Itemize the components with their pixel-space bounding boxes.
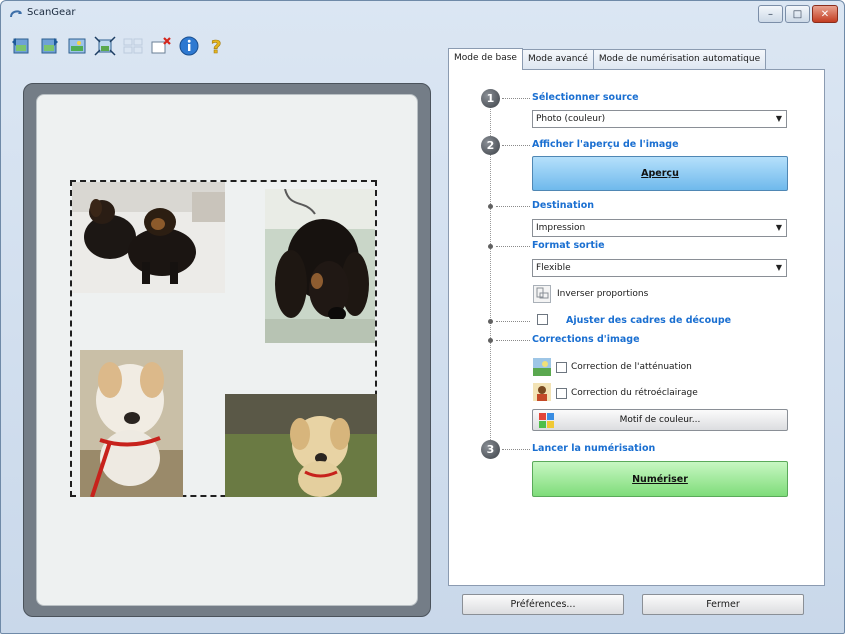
step-2-badge: 2: [481, 136, 500, 155]
corrections-bullet: [488, 338, 493, 343]
destination-select[interactable]: Impression ▼: [532, 219, 787, 237]
help-icon[interactable]: ?: [205, 34, 229, 58]
backlight-correction-checkbox[interactable]: [556, 388, 567, 399]
chevron-down-icon: ▼: [775, 263, 782, 272]
remove-crop-icon[interactable]: [149, 34, 173, 58]
chevron-down-icon: ▼: [775, 114, 782, 123]
invert-ratio-label: Inverser proportions: [557, 289, 649, 299]
mode-tabs: Mode de base Mode avancé Mode de numéris…: [448, 48, 767, 70]
step-1-dots: [502, 98, 530, 99]
rotate-left-icon[interactable]: [9, 34, 33, 58]
step-1-badge: 1: [481, 89, 500, 108]
crop-bullet: [488, 319, 493, 324]
step-3-badge: 3: [481, 440, 500, 459]
adjust-crop-frames-checkbox[interactable]: [537, 314, 548, 325]
multi-crop-icon: [121, 34, 145, 58]
source-select-value: Photo (couleur): [536, 114, 606, 124]
scangear-logo-icon: [10, 10, 22, 18]
step-3-dots: [502, 449, 530, 450]
minimize-button[interactable]: –: [758, 5, 783, 23]
destination-select-value: Impression: [536, 223, 586, 233]
fading-correction-icon: [533, 358, 551, 376]
corrections-dots: [496, 340, 530, 341]
color-pattern-label: Motif de couleur...: [619, 415, 701, 425]
scan-platen[interactable]: [36, 94, 418, 606]
preview-heading: Afficher l'aperçu de l'image: [532, 139, 679, 150]
scan-button[interactable]: Numériser: [532, 461, 788, 497]
scangear-window: ScanGear – □ ✕ ? Mode de base Mode avanc…: [0, 0, 845, 634]
adjust-crop-frames-label[interactable]: Ajuster des cadres de découpe: [566, 315, 731, 326]
toolbar: ?: [9, 29, 229, 63]
close-window-button[interactable]: ✕: [812, 5, 838, 23]
fading-correction-checkbox[interactable]: [556, 362, 567, 373]
output-size-heading: Format sortie: [532, 240, 605, 251]
start-scan-heading: Lancer la numérisation: [532, 443, 656, 454]
maximize-button[interactable]: □: [785, 5, 810, 23]
invert-ratio-icon[interactable]: [533, 285, 551, 303]
format-bullet: [488, 244, 493, 249]
output-size-select-value: Flexible: [536, 263, 571, 273]
title-bar[interactable]: ScanGear – □ ✕: [1, 1, 844, 27]
svg-text:?: ?: [211, 37, 221, 57]
select-source-heading: Sélectionner source: [532, 92, 639, 103]
rotate-right-icon[interactable]: [37, 34, 61, 58]
image-corrections-heading: Corrections d'image: [532, 334, 640, 345]
photo-labrador-standing: [80, 350, 183, 497]
crop-dots: [496, 321, 530, 322]
destination-bullet: [488, 204, 493, 209]
photo-labrador-grass: [225, 394, 377, 497]
close-button[interactable]: Fermer: [642, 594, 804, 615]
chevron-down-icon: ▼: [775, 223, 782, 232]
destination-heading: Destination: [532, 200, 595, 211]
output-size-select[interactable]: Flexible ▼: [532, 259, 787, 277]
destination-dots: [496, 206, 530, 207]
photo-two-dogs: [72, 182, 225, 293]
preview-area: [23, 83, 431, 617]
step-2-dots: [502, 145, 530, 146]
preview-button[interactable]: Aperçu: [532, 156, 788, 191]
backlight-correction-icon: [533, 383, 551, 401]
tab-basic-mode[interactable]: Mode de base: [448, 48, 523, 70]
photo-dachshund: [265, 189, 375, 343]
color-pattern-icon: [539, 413, 554, 428]
color-pattern-button[interactable]: Motif de couleur...: [532, 409, 788, 431]
source-select[interactable]: Photo (couleur) ▼: [532, 110, 787, 128]
auto-crop-icon[interactable]: [65, 34, 89, 58]
fading-correction-label: Correction de l'atténuation: [571, 362, 692, 372]
format-dots: [496, 246, 530, 247]
tab-auto-scan-mode[interactable]: Mode de numérisation automatique: [592, 49, 767, 70]
basic-mode-panel: 1 Sélectionner source Photo (couleur) ▼ …: [448, 69, 825, 586]
tab-advanced-mode[interactable]: Mode avancé: [521, 49, 594, 70]
backlight-correction-label: Correction du rétroéclairage: [571, 388, 698, 398]
preferences-button[interactable]: Préférences...: [462, 594, 624, 615]
info-icon[interactable]: [177, 34, 201, 58]
window-title: ScanGear: [27, 7, 76, 18]
select-all-frames-icon[interactable]: [93, 34, 117, 58]
